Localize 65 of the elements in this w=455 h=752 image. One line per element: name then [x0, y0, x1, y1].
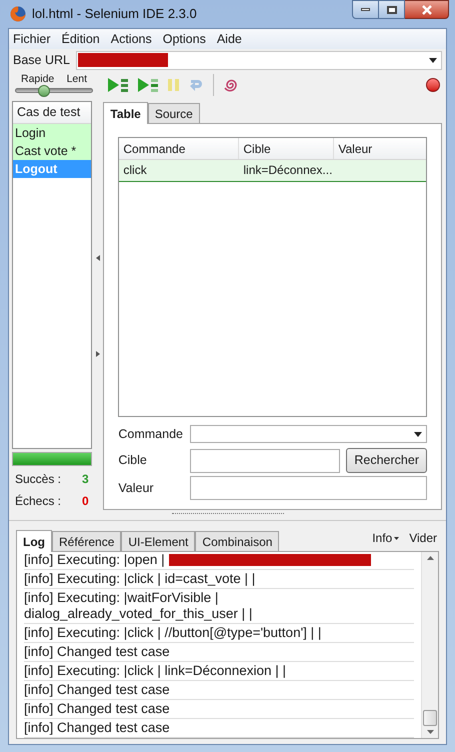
- result-label: Échecs :: [15, 493, 62, 510]
- test-case-item[interactable]: Cast vote *: [13, 142, 91, 160]
- tab[interactable]: Log: [16, 530, 52, 552]
- scroll-up-icon[interactable]: [426, 556, 434, 560]
- result-count: 0: [82, 493, 89, 510]
- column-header[interactable]: Cible: [239, 138, 334, 159]
- scroll-down-icon[interactable]: [426, 730, 434, 734]
- window-title: lol.html - Selenium IDE 2.3.0: [32, 5, 197, 24]
- result-label: Succès :: [15, 471, 62, 488]
- field-label: Valeur: [118, 480, 155, 497]
- tab[interactable]: Référence: [52, 531, 122, 551]
- log-entry: [info] Executing: |click | link=Déconnexion | |: [24, 663, 286, 679]
- log-entry: [info] Executing: |click | id=cast_vote | |: [24, 571, 256, 587]
- browser-logo-icon: [10, 6, 26, 22]
- filter-dropdown[interactable]: Info: [372, 529, 400, 547]
- speed-slider[interactable]: [15, 84, 93, 96]
- log-entry: [info] Changed test case: [24, 720, 170, 736]
- menu-item[interactable]: Options: [162, 30, 206, 48]
- tab[interactable]: Combinaison: [195, 531, 280, 551]
- menu-item[interactable]: Fichier: [13, 30, 51, 48]
- input-field[interactable]: [190, 448, 340, 472]
- column-header[interactable]: Valeur: [334, 138, 426, 159]
- caret-icon: [394, 536, 400, 540]
- menu-item[interactable]: Aide: [216, 30, 242, 48]
- close-button[interactable]: [405, 0, 449, 19]
- field-label: Commande: [118, 426, 184, 443]
- base-url-field[interactable]: [76, 50, 442, 70]
- maximize-button[interactable]: [379, 0, 405, 19]
- log-entry: [info] Executing: |click | //button[@type='button'] | |: [24, 625, 322, 641]
- dropdown-arrow-icon[interactable]: [414, 432, 422, 436]
- tab[interactable]: UI-Element: [121, 531, 196, 551]
- record-button[interactable]: [426, 78, 440, 92]
- menu-item[interactable]: Édition: [62, 30, 100, 48]
- clear-link[interactable]: Vider: [409, 529, 437, 547]
- tab[interactable]: Source: [148, 103, 200, 123]
- dropdown-arrow-icon[interactable]: [429, 58, 437, 62]
- table-cell: link=Déconnex...: [243, 163, 332, 177]
- log-entry: [info] Changed test case: [24, 701, 170, 717]
- table-cell: click: [123, 163, 147, 177]
- scrollbar[interactable]: [421, 552, 438, 738]
- minimize-button[interactable]: [352, 0, 379, 19]
- result-count: 3: [82, 471, 89, 488]
- log-entry: [info] Executing: |waitForVisible | dialog_already_voted_for_this_user | |: [24, 590, 254, 622]
- fast-label: Rapide: [21, 74, 54, 84]
- scrollbar-thumb[interactable]: [423, 710, 437, 726]
- base-url-label: Base URL: [13, 52, 70, 69]
- column-header[interactable]: Commande: [119, 138, 240, 159]
- log-entry: [info] Executing: |open |: [24, 552, 165, 568]
- collapse-right-icon[interactable]: [96, 350, 100, 356]
- menu-item[interactable]: Actions: [110, 30, 152, 48]
- input-field[interactable]: [190, 476, 427, 500]
- play-current-icon[interactable]: [137, 77, 159, 93]
- slider-thumb[interactable]: [38, 84, 50, 96]
- find-button[interactable]: Rechercher: [346, 448, 427, 473]
- tab[interactable]: Table: [103, 102, 148, 124]
- play-all-icon[interactable]: [107, 77, 129, 93]
- collapse-left-icon[interactable]: [96, 254, 100, 260]
- test-case-item[interactable]: Login: [13, 124, 91, 142]
- close-icon: [420, 4, 432, 14]
- slow-label: Lent: [66, 74, 87, 84]
- field-label: Cible: [118, 452, 148, 470]
- table-row[interactable]: click link=Déconnex...: [119, 160, 426, 182]
- log-entry: [info] Changed test case: [24, 644, 170, 660]
- spiral-icon[interactable]: [222, 77, 238, 93]
- log-entry: [info] Changed test case: [24, 682, 170, 698]
